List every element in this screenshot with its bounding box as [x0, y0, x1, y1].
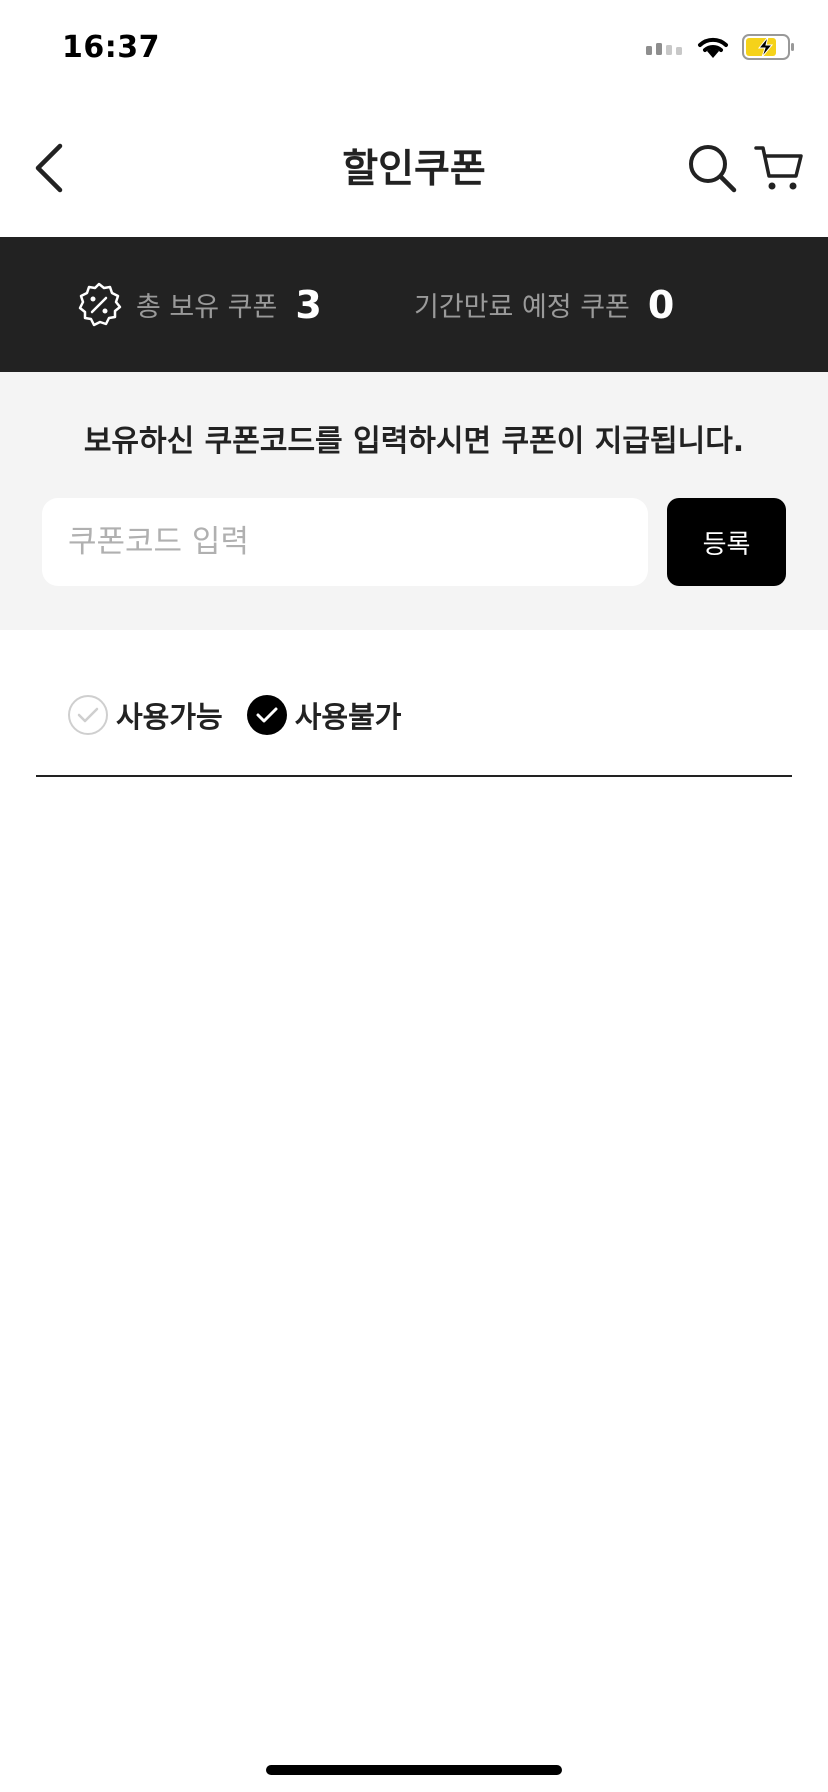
status-icons: [646, 34, 796, 64]
check-circle-icon: [68, 695, 108, 735]
register-button[interactable]: 등록: [667, 498, 786, 586]
header: 할인쿠폰: [0, 100, 828, 237]
total-coupons: 총 보유 쿠폰 3: [76, 237, 322, 372]
discount-badge-icon: [76, 282, 122, 328]
coupon-code-guide: 보유하신 쿠폰코드를 입력하시면 쿠폰이 지급됩니다.: [83, 424, 745, 459]
search-button[interactable]: [686, 142, 738, 194]
check-circle-filled-icon: [246, 695, 287, 735]
expiring-coupons: 기간만료 예정 쿠폰 0: [414, 237, 674, 372]
total-coupons-label: 총 보유 쿠폰: [136, 292, 278, 323]
cart-icon: [754, 146, 804, 198]
cart-button[interactable]: [754, 142, 804, 194]
coupon-filter: 사용가능 사용불가: [68, 692, 401, 738]
expiring-coupons-label: 기간만료 예정 쿠폰: [414, 292, 630, 323]
home-indicator: [266, 1765, 562, 1775]
coupon-code-section: 보유하신 쿠폰코드를 입력하시면 쿠폰이 지급됩니다. 등록: [0, 372, 828, 630]
coupon-code-input[interactable]: [42, 498, 648, 586]
filter-unavailable-label: 사용불가: [294, 700, 402, 734]
coupon-summary: 총 보유 쿠폰 3 기간만료 예정 쿠폰 0: [0, 237, 828, 372]
status-time: 16:37: [62, 30, 160, 65]
wifi-icon: [696, 34, 730, 64]
filter-unavailable[interactable]: 사용불가: [246, 694, 402, 736]
status-bar: 16:37: [0, 0, 828, 100]
filter-divider: [36, 775, 792, 777]
filter-available[interactable]: 사용가능: [68, 694, 223, 736]
expiring-coupons-count: 0: [647, 282, 675, 327]
filter-available-label: 사용가능: [116, 700, 223, 734]
search-icon: [686, 145, 738, 198]
total-coupons-count: 3: [295, 282, 322, 327]
signal-icon: [646, 39, 684, 59]
battery-charging-icon: [742, 34, 796, 64]
